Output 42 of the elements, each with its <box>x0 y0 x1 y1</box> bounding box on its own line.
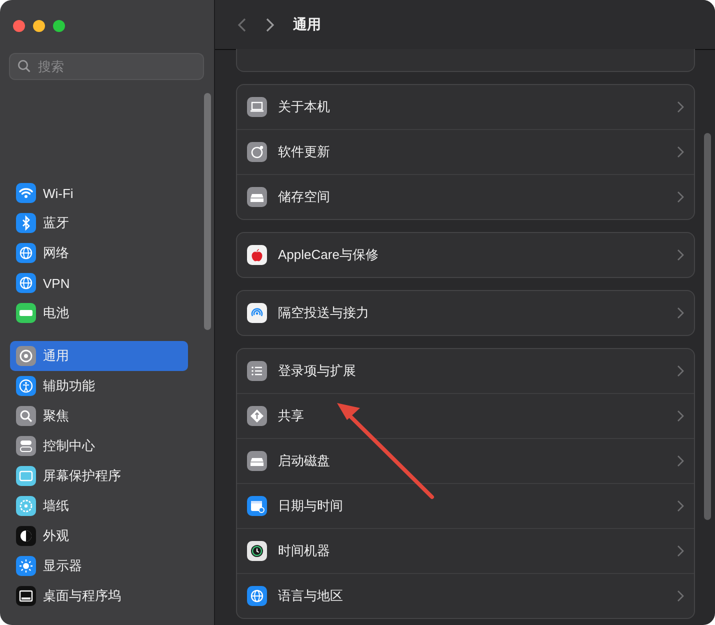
sidebar-item[interactable]: 控制中心 <box>10 431 188 461</box>
scrollbar-thumb[interactable] <box>704 133 711 520</box>
settings-row[interactable]: AppleCare与保修 <box>237 233 694 277</box>
minimize-button[interactable] <box>33 20 45 32</box>
settings-row[interactable]: 关于本机 <box>237 85 694 129</box>
settings-row[interactable]: 隔空投送与接力 <box>237 291 694 335</box>
settings-row[interactable]: 日期与时间 <box>237 483 694 528</box>
sidebar-item[interactable]: 聚焦 <box>10 401 188 431</box>
chevron-icon <box>677 590 684 602</box>
sidebar-item[interactable]: Wi-Fi <box>10 178 188 208</box>
settings-row[interactable]: 软件更新 <box>237 129 694 174</box>
chevron-icon <box>677 101 684 113</box>
settings-row[interactable]: 时间机器 <box>237 528 694 573</box>
sidebar-item[interactable]: 墙纸 <box>10 491 188 521</box>
sidebar-item[interactable]: 显示器 <box>10 551 188 581</box>
sidebar-item[interactable]: 网络 <box>10 238 188 268</box>
chevron-icon <box>677 307 684 319</box>
chevron-icon <box>677 249 684 261</box>
zoom-button[interactable] <box>53 20 65 32</box>
sidebar-item[interactable]: 电池 <box>10 298 188 328</box>
search-field[interactable]: 搜索 <box>9 53 204 80</box>
chevron-icon <box>677 500 684 512</box>
chevron-icon <box>677 545 684 557</box>
settings-row[interactable]: 登录项与扩展 <box>237 349 694 393</box>
sidebar-item[interactable]: 辅助功能 <box>10 371 188 401</box>
sidebar-item[interactable]: 外观 <box>10 521 188 551</box>
settings-row[interactable]: 启动磁盘 <box>237 438 694 483</box>
chevron-icon <box>677 146 684 158</box>
window-title: 通用 <box>293 16 321 34</box>
chevron-icon <box>677 191 684 203</box>
chevron-icon <box>677 455 684 467</box>
settings-row[interactable]: 语言与地区 <box>237 573 694 618</box>
sidebar-item[interactable]: 桌面与程序坞 <box>10 581 188 611</box>
close-button[interactable] <box>13 20 25 32</box>
chevron-icon <box>677 365 684 377</box>
sidebar-item[interactable]: 屏幕保护程序 <box>10 461 188 491</box>
sidebar-item[interactable]: 通用 <box>10 341 188 371</box>
sidebar-item[interactable]: VPN <box>10 268 188 298</box>
scrollbar-thumb[interactable] <box>204 93 211 330</box>
chevron-icon <box>677 410 684 422</box>
settings-row[interactable]: 储存空间 <box>237 174 694 219</box>
sidebar-item[interactable]: 蓝牙 <box>10 208 188 238</box>
